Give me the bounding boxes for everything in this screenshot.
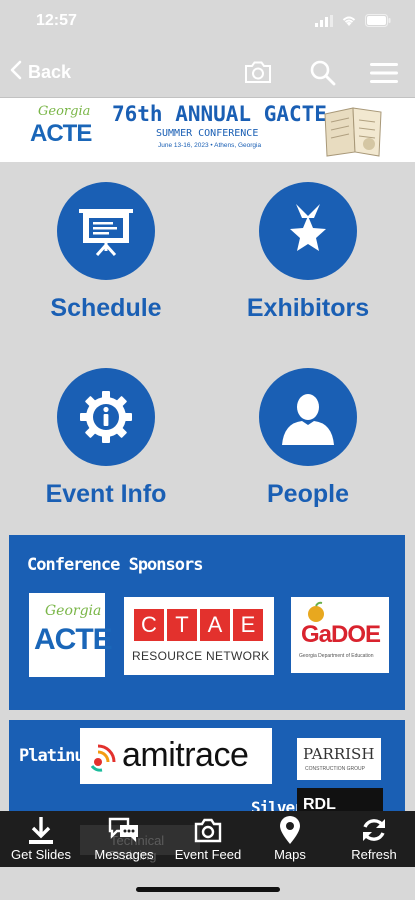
camera-icon[interactable] — [243, 59, 273, 90]
home-indicator[interactable] — [136, 887, 280, 892]
conference-sponsors-panel: Conference Sponsors Georgia ACTE C T A E… — [9, 535, 405, 710]
tab-event-feed[interactable]: Event Feed — [168, 815, 248, 862]
tile-event-info[interactable]: Event Info — [16, 368, 196, 509]
tab-maps[interactable]: Maps — [260, 815, 320, 862]
ribbon-star-icon — [259, 182, 357, 280]
sponsor-logo-ctae[interactable]: C T A E RESOURCE NETWORK — [124, 597, 274, 675]
sponsor-logo-georgia-acte[interactable]: Georgia ACTE — [29, 593, 113, 677]
signal-waves-icon — [88, 740, 120, 777]
back-button[interactable]: Back — [10, 60, 71, 85]
refresh-icon — [342, 815, 406, 845]
platinum-sponsors-panel: Platinum amitrace PARRISH CONSTRUCTION G… — [9, 720, 405, 822]
tab-label: Get Slides — [11, 847, 71, 862]
tab-label: Refresh — [351, 847, 397, 862]
presentation-board-icon — [57, 182, 155, 280]
map-pin-icon — [260, 815, 320, 845]
sponsors-title: Conference Sponsors — [27, 555, 203, 575]
sponsor-logo-parrish[interactable]: PARRISH CONSTRUCTION GROUP — [297, 738, 381, 780]
tile-label: Exhibitors — [246, 294, 370, 322]
home-indicator-area — [0, 867, 415, 900]
notebook-illustration — [319, 102, 389, 158]
tile-label: People — [267, 480, 349, 508]
tile-label: Schedule — [50, 294, 162, 322]
search-icon[interactable] — [309, 59, 337, 92]
tab-get-slides[interactable]: Get Slides — [4, 815, 78, 862]
signal-icon — [315, 14, 333, 32]
bottom-tab-bar: Technical Training Get Slides Messages E… — [0, 811, 415, 867]
download-icon — [4, 815, 78, 845]
banner-dates: June 13-16, 2023 • Athens, Georgia — [158, 142, 262, 149]
georgia-acte-logo: Georgia ACTE — [30, 104, 92, 147]
conference-banner: Georgia ACTE 76th ANNUAL GACTE SUMMER CO… — [0, 98, 415, 162]
sponsor-logo-amitrace[interactable]: amitrace — [80, 728, 272, 784]
tab-label: Event Feed — [174, 847, 242, 862]
info-gear-icon — [57, 368, 155, 466]
navigation-bar: Back — [0, 48, 415, 98]
person-icon — [259, 368, 357, 466]
camera-icon — [168, 815, 248, 845]
tile-people[interactable]: People — [218, 368, 398, 509]
tab-label: Messages — [94, 847, 154, 862]
status-bar: 12:57 — [0, 0, 415, 44]
chevron-left-icon — [10, 60, 22, 85]
battery-icon — [365, 14, 391, 32]
tile-label: Event Info — [45, 480, 167, 508]
status-time: 12:57 — [36, 12, 77, 29]
tab-refresh[interactable]: Refresh — [342, 815, 406, 862]
sponsor-logo-gadoe[interactable]: GaDOE Georgia Department of Education — [291, 597, 389, 673]
chat-bubbles-icon — [86, 815, 162, 845]
menu-icon[interactable] — [370, 62, 398, 89]
tile-schedule[interactable]: Schedule — [16, 182, 196, 323]
banner-subtitle: SUMMER CONFERENCE — [156, 128, 259, 139]
tile-exhibitors[interactable]: Exhibitors — [218, 182, 398, 323]
wifi-icon — [341, 14, 357, 32]
tab-label: Maps — [274, 847, 306, 862]
banner-title: 76th ANNUAL GACTE — [112, 102, 327, 126]
tab-messages[interactable]: Messages — [86, 815, 162, 862]
back-label: Back — [28, 62, 72, 82]
